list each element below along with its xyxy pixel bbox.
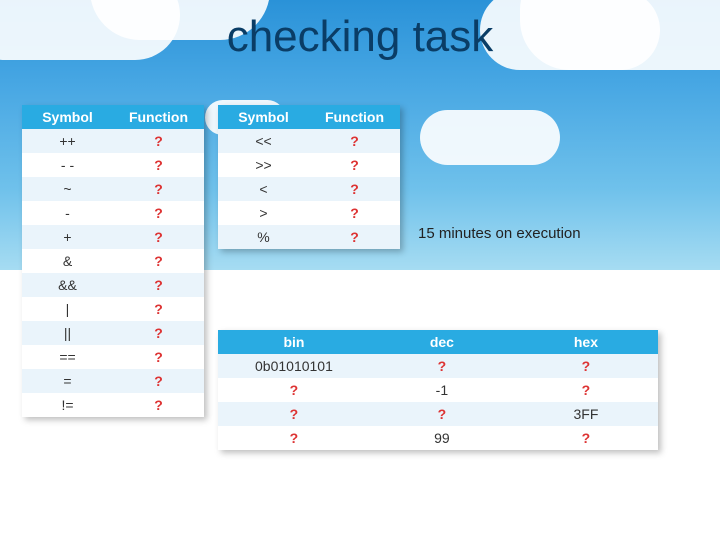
cell-dec: ? (370, 354, 514, 378)
cell-sym: + (22, 225, 113, 249)
cell-sym: - (22, 201, 113, 225)
cell-fn: ? (113, 321, 204, 345)
table-row: |? (22, 297, 204, 321)
cell-fn: ? (309, 129, 400, 153)
table-row: - -? (22, 153, 204, 177)
cell-hex: ? (514, 354, 658, 378)
table-row: -? (22, 201, 204, 225)
table-row: ??3FF (218, 402, 658, 426)
table-row: =? (22, 369, 204, 393)
table-row: ==? (22, 345, 204, 369)
cell-fn: ? (113, 129, 204, 153)
symbol-table-1: Symbol Function ++?- -?~?-?+?&?&&?|?||?=… (22, 105, 204, 417)
col-hex: hex (514, 330, 658, 354)
cell-fn: ? (113, 249, 204, 273)
cell-dec: -1 (370, 378, 514, 402)
cell-sym: < (218, 177, 309, 201)
cloud-decoration (420, 110, 560, 165)
table-row: ?99? (218, 426, 658, 450)
cell-fn: ? (309, 177, 400, 201)
col-bin: bin (218, 330, 370, 354)
cell-fn: ? (113, 369, 204, 393)
table-row: &&? (22, 273, 204, 297)
cell-hex: ? (514, 378, 658, 402)
symbol-table-2: Symbol Function <<?>>?<?>?%? (218, 105, 400, 249)
cell-bin: ? (218, 378, 370, 402)
cell-sym: ~ (22, 177, 113, 201)
table-row: >>? (218, 153, 400, 177)
cell-hex: ? (514, 426, 658, 450)
col-function: Function (309, 105, 400, 129)
cell-fn: ? (309, 225, 400, 249)
cell-dec: 99 (370, 426, 514, 450)
conversion-table: bin dec hex 0b01010101???-1???3FF?99? (218, 330, 658, 450)
page-title: checking task (0, 12, 720, 62)
cell-fn: ? (113, 297, 204, 321)
cell-sym: && (22, 273, 113, 297)
table-row: <<? (218, 129, 400, 153)
table-row: +? (22, 225, 204, 249)
table-row: !=? (22, 393, 204, 417)
col-dec: dec (370, 330, 514, 354)
cell-fn: ? (309, 153, 400, 177)
cell-sym: & (22, 249, 113, 273)
cell-sym: ++ (22, 129, 113, 153)
cell-fn: ? (113, 345, 204, 369)
table-row: >? (218, 201, 400, 225)
cell-sym: == (22, 345, 113, 369)
cell-fn: ? (113, 153, 204, 177)
cell-fn: ? (113, 273, 204, 297)
col-symbol: Symbol (218, 105, 309, 129)
cell-sym: != (22, 393, 113, 417)
table-row: ~? (22, 177, 204, 201)
cell-hex: 3FF (514, 402, 658, 426)
cell-dec: ? (370, 402, 514, 426)
table-row: <? (218, 177, 400, 201)
cell-sym: > (218, 201, 309, 225)
cell-sym: = (22, 369, 113, 393)
cell-bin: ? (218, 402, 370, 426)
table-row: ?-1? (218, 378, 658, 402)
table-row: &? (22, 249, 204, 273)
table-row: ||? (22, 321, 204, 345)
cell-bin: 0b01010101 (218, 354, 370, 378)
table-row: %? (218, 225, 400, 249)
time-note: 15 minutes on execution (418, 225, 581, 242)
cell-sym: - - (22, 153, 113, 177)
cell-sym: | (22, 297, 113, 321)
cell-sym: >> (218, 153, 309, 177)
cell-fn: ? (113, 201, 204, 225)
cell-sym: || (22, 321, 113, 345)
cell-fn: ? (309, 201, 400, 225)
table-row: ++? (22, 129, 204, 153)
cell-fn: ? (113, 225, 204, 249)
cell-bin: ? (218, 426, 370, 450)
col-function: Function (113, 105, 204, 129)
cell-sym: << (218, 129, 309, 153)
col-symbol: Symbol (22, 105, 113, 129)
cell-fn: ? (113, 393, 204, 417)
table-row: 0b01010101?? (218, 354, 658, 378)
cell-fn: ? (113, 177, 204, 201)
cell-sym: % (218, 225, 309, 249)
